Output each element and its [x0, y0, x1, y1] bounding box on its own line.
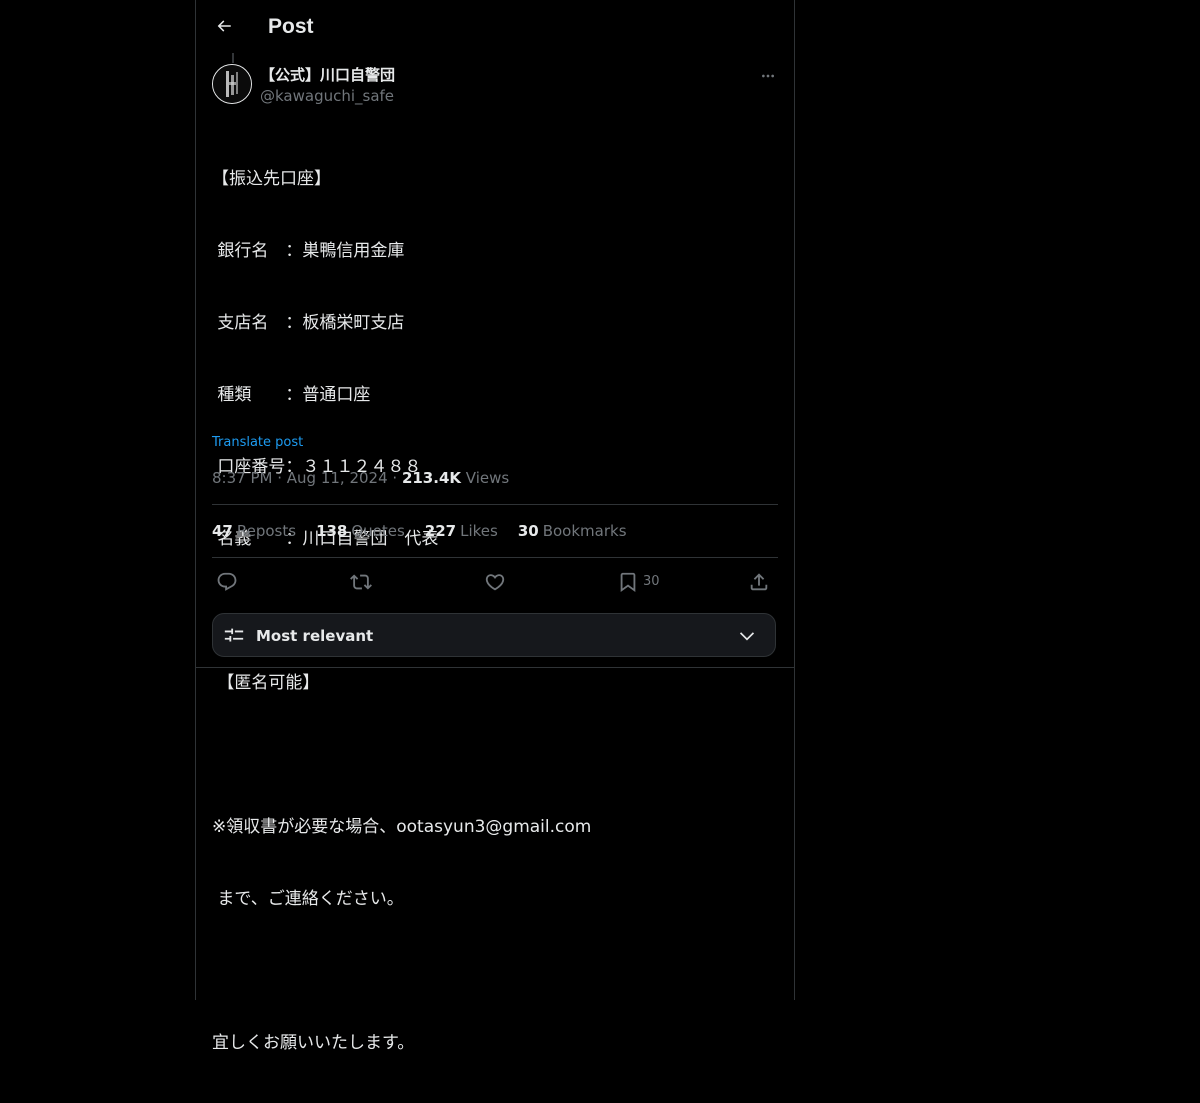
post-line: 支店名 ：板橋栄町支店 [212, 313, 405, 333]
reply-icon [217, 572, 237, 591]
thread-connector [232, 53, 234, 63]
post-date[interactable]: Aug 11, 2024 [287, 469, 388, 487]
post-stats: 47 Reposts 138 Quotes 227 Likes 30 Bookmarks [212, 521, 627, 541]
avatar-image [213, 65, 251, 103]
more-options-button[interactable] [758, 66, 778, 86]
post-line: ※領収書が必要な場合、ootasyun3@gmail.com [212, 817, 592, 837]
sort-replies-dropdown[interactable]: Most relevant [212, 613, 776, 657]
chevron-down-icon [739, 632, 755, 641]
divider [212, 504, 778, 505]
post-metadata: 8:37 PM · Aug 11, 2024 · 213.4K Views [212, 468, 509, 488]
action-bar: 30 [212, 565, 778, 599]
bookmark-icon [620, 572, 636, 593]
post-line: 種類 ：普通口座 [212, 385, 371, 405]
post-author: 【公式】川口自警団 @kawaguchi_safe [212, 64, 778, 108]
post-line [212, 743, 778, 767]
back-button[interactable] [210, 12, 238, 40]
translate-post-link[interactable]: Translate post [212, 434, 303, 452]
more-horizontal-icon [762, 74, 774, 78]
meta-separator: · [272, 469, 287, 487]
sliders-icon [224, 628, 244, 642]
post-line: 【振込先口座】 [212, 169, 331, 189]
bookmark-button[interactable]: 30 [617, 570, 660, 594]
stat-label: Likes [460, 522, 498, 540]
section-divider [196, 667, 794, 668]
page-header: Post [196, 0, 794, 53]
avatar[interactable] [212, 64, 252, 104]
views-label: Views [461, 469, 510, 487]
post-body: 【振込先口座】 銀行名 ：巣鴨信用金庫 支店名 ：板橋栄町支店 種類 ：普通口座… [212, 119, 778, 1103]
post-time[interactable]: 8:37 PM [212, 469, 272, 487]
divider [212, 557, 778, 558]
stat-count: 138 [316, 522, 348, 540]
reposts-stat[interactable]: 47 Reposts [212, 521, 296, 541]
stat-count: 227 [424, 522, 457, 540]
views-count: 213.4K [401, 469, 462, 487]
post-line: 【匿名可能】 [212, 673, 320, 693]
author-display-name[interactable]: 【公式】川口自警団 [260, 65, 395, 85]
post-column: Post 【公式】川口自警団 @kawaguchi_safe 【振込先口座】 銀… [195, 0, 795, 1053]
likes-stat[interactable]: 227 Likes [425, 521, 498, 541]
bookmark-count: 30 [643, 574, 660, 589]
sort-label: Most relevant [256, 627, 374, 645]
page-title: Post [268, 15, 314, 38]
repost-button[interactable] [350, 570, 372, 594]
stat-label: Reposts [236, 522, 297, 540]
share-button[interactable] [748, 570, 770, 594]
stat-count: 47 [212, 522, 233, 540]
post-line: 宜しくお願いいたします。 [212, 1033, 415, 1053]
post-line [212, 959, 778, 983]
arrow-left-icon [217, 20, 231, 32]
like-button[interactable] [484, 570, 506, 594]
quotes-stat[interactable]: 138 Quotes [316, 521, 405, 541]
post-line: まで、ご連絡ください。 [212, 889, 404, 909]
repost-icon [350, 574, 372, 590]
stat-label: Quotes [351, 522, 405, 540]
meta-separator: · [387, 469, 402, 487]
stat-label: Bookmarks [542, 522, 627, 540]
share-icon [750, 573, 768, 591]
reply-button[interactable] [216, 570, 238, 594]
bookmarks-stat[interactable]: 30 Bookmarks [518, 521, 627, 541]
post-line: 銀行名 ：巣鴨信用金庫 [212, 241, 405, 261]
heart-icon [485, 574, 505, 591]
stat-count: 30 [517, 522, 539, 540]
author-handle[interactable]: @kawaguchi_safe [260, 86, 394, 106]
